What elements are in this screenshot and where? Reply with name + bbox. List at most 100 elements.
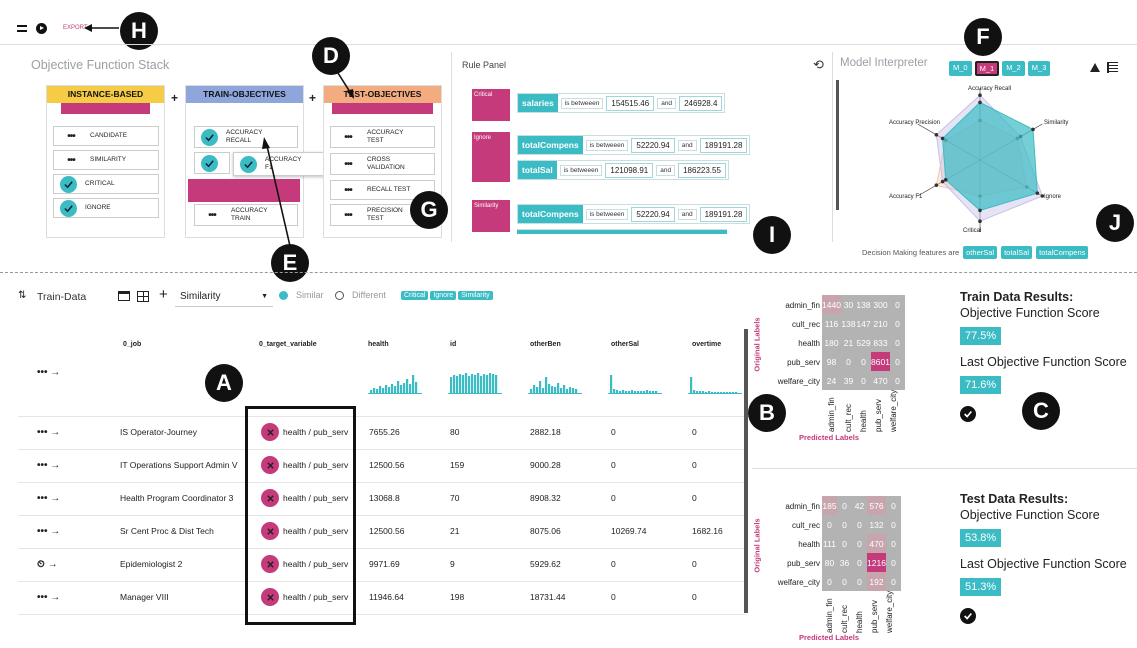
- objective-item-candidate[interactable]: ••• CANDIDATE: [53, 126, 159, 146]
- cm-cell[interactable]: 116: [822, 314, 841, 333]
- filter-tag-ignore[interactable]: Ignore: [430, 291, 457, 300]
- row-actions[interactable]: ••• →: [37, 460, 60, 471]
- cm-cell[interactable]: 0: [886, 496, 901, 515]
- model-tab-m3[interactable]: M_3: [1027, 61, 1051, 76]
- objective-item-similarity[interactable]: ••• SIMILARITY: [53, 150, 159, 170]
- cm-cell[interactable]: 24: [822, 371, 841, 390]
- cm-cell[interactable]: 529: [856, 333, 871, 352]
- table-row[interactable]: ••• → Sr Cent Proc & Dist Tech health / pu…: [0, 515, 745, 548]
- cm-cell[interactable]: 42: [852, 496, 867, 515]
- cm-cell[interactable]: 132: [867, 515, 886, 534]
- triangle-icon[interactable]: [1090, 63, 1100, 72]
- cm-cell[interactable]: 300: [871, 295, 890, 314]
- cm-cell[interactable]: 210: [871, 314, 890, 333]
- col-header[interactable]: 0_job: [123, 341, 141, 348]
- cm-cell[interactable]: 0: [886, 515, 901, 534]
- cm-cell[interactable]: 470: [871, 371, 890, 390]
- sort-icon[interactable]: ⇅: [18, 290, 26, 301]
- table-row[interactable]: ••• → Manager VIII health / pub_serv 11946.…: [0, 581, 745, 614]
- cm-cell[interactable]: 0: [852, 553, 867, 572]
- row-actions[interactable]: ••• →: [37, 592, 60, 603]
- play-icon[interactable]: [36, 23, 47, 34]
- rule-row[interactable]: totalCompens is betweeen 52220.94 and 189191…: [517, 135, 751, 155]
- rule-row[interactable]: salaries is betweeen 154515.46 and 246928.4: [517, 93, 726, 113]
- row-actions[interactable]: ⏲ →: [37, 559, 58, 570]
- cm-cell[interactable]: 138: [841, 314, 856, 333]
- rule-tag-critical[interactable]: Critical: [472, 89, 510, 121]
- feature-tag[interactable]: totalCompens: [1036, 246, 1089, 259]
- cm-cell[interactable]: 0: [837, 496, 852, 515]
- cm-cell[interactable]: 180: [822, 333, 841, 352]
- feature-tag[interactable]: otherSal: [963, 246, 998, 259]
- cm-cell[interactable]: 833: [871, 333, 890, 352]
- table-row[interactable]: ••• → IS Operator-Journey health / pub_ser…: [0, 416, 745, 449]
- cm-cell[interactable]: 80: [822, 553, 837, 572]
- radio-different[interactable]: [335, 291, 344, 300]
- cm-cell[interactable]: 138: [856, 295, 871, 314]
- cm-cell[interactable]: 0: [852, 572, 867, 591]
- cm-cell[interactable]: 1216: [867, 553, 886, 572]
- cm-cell[interactable]: 192: [867, 572, 886, 591]
- cm-cell[interactable]: 470: [867, 534, 886, 553]
- model-tab-m1[interactable]: M_1: [974, 61, 1000, 76]
- cm-cell[interactable]: 0: [890, 295, 905, 314]
- cm-cell[interactable]: 8601: [871, 352, 890, 371]
- table-row[interactable]: ⏲ → Epidemiologist 2 health / pub_serv 9971…: [0, 548, 745, 581]
- cm-cell[interactable]: 98: [822, 352, 841, 371]
- cm-cell[interactable]: 0: [852, 515, 867, 534]
- cm-cell[interactable]: 0: [852, 534, 867, 553]
- cm-cell[interactable]: 0: [841, 352, 856, 371]
- table-icon[interactable]: [1107, 62, 1118, 73]
- table-scrollbar[interactable]: [744, 329, 748, 613]
- cm-cell[interactable]: 0: [886, 534, 901, 553]
- reset-icon[interactable]: ⟲: [813, 57, 824, 73]
- menu-icon[interactable]: [17, 25, 27, 32]
- col-header[interactable]: health: [368, 341, 389, 348]
- objective-item-accuracy-test[interactable]: ••• ACCURACY TEST: [330, 126, 435, 148]
- cm-cell[interactable]: 185: [822, 496, 837, 515]
- cm-cell[interactable]: 0: [837, 534, 852, 553]
- model-tab-m0[interactable]: M_0: [949, 61, 972, 76]
- rule-row[interactable]: totalCompens is betweeen 52220.94 and 189191…: [517, 204, 751, 224]
- objective-item-cross-validation[interactable]: ••• CROSS VALIDATION: [330, 153, 435, 175]
- rule-tag-similarity[interactable]: Similarity: [472, 200, 510, 232]
- rule-row[interactable]: totalSal is betweeen 121098.91 and 186223.55: [517, 160, 729, 180]
- objective-item-ignore[interactable]: IGNORE: [53, 198, 159, 218]
- grid-view-icon[interactable]: [137, 291, 149, 302]
- cm-cell[interactable]: 36: [837, 553, 852, 572]
- rule-panel-scrollbar[interactable]: [836, 80, 839, 210]
- model-tab-m2[interactable]: M_2: [1002, 61, 1025, 76]
- col-header[interactable]: overtime: [692, 341, 721, 348]
- row-actions[interactable]: ••• →: [37, 493, 60, 504]
- col-header[interactable]: 0_target_variable: [259, 341, 317, 348]
- cm-cell[interactable]: 576: [867, 496, 886, 515]
- table-row[interactable]: ••• → Health Program Coordinator 3 health …: [0, 482, 745, 515]
- cm-cell[interactable]: 0: [837, 572, 852, 591]
- similarity-select[interactable]: Similarity ▼: [175, 287, 273, 307]
- col-header[interactable]: otherBen: [530, 341, 561, 348]
- row-actions[interactable]: ••• →: [37, 427, 60, 438]
- cm-cell[interactable]: 147: [856, 314, 871, 333]
- cm-cell[interactable]: 0: [856, 371, 871, 390]
- rule-tag-ignore[interactable]: Ignore: [472, 132, 510, 182]
- cm-cell[interactable]: 0: [822, 515, 837, 534]
- col-header[interactable]: id: [450, 341, 456, 348]
- cm-cell[interactable]: 0: [837, 515, 852, 534]
- cm-cell[interactable]: 39: [841, 371, 856, 390]
- table-row[interactable]: ••• → IT Operations Support Admin Vhealth…: [0, 449, 745, 482]
- filter-tag-critical[interactable]: Critical: [401, 291, 429, 300]
- cm-cell[interactable]: 1440: [822, 295, 841, 314]
- cm-cell[interactable]: 0: [890, 333, 905, 352]
- cm-cell[interactable]: 0: [890, 371, 905, 390]
- cm-cell[interactable]: 30: [841, 295, 856, 314]
- filter-tag-similarity[interactable]: Similarity: [458, 291, 493, 300]
- cm-cell[interactable]: 21: [841, 333, 856, 352]
- col-header[interactable]: otherSal: [611, 341, 639, 348]
- objective-item-critical[interactable]: CRITICAL: [53, 174, 159, 194]
- cm-cell[interactable]: 0: [890, 314, 905, 333]
- radio-similar[interactable]: [279, 291, 288, 300]
- cm-cell[interactable]: 0: [886, 553, 901, 572]
- card-view-icon[interactable]: [118, 291, 130, 301]
- cm-cell[interactable]: 0: [886, 572, 901, 591]
- summary-row-actions[interactable]: ••• →: [37, 367, 60, 378]
